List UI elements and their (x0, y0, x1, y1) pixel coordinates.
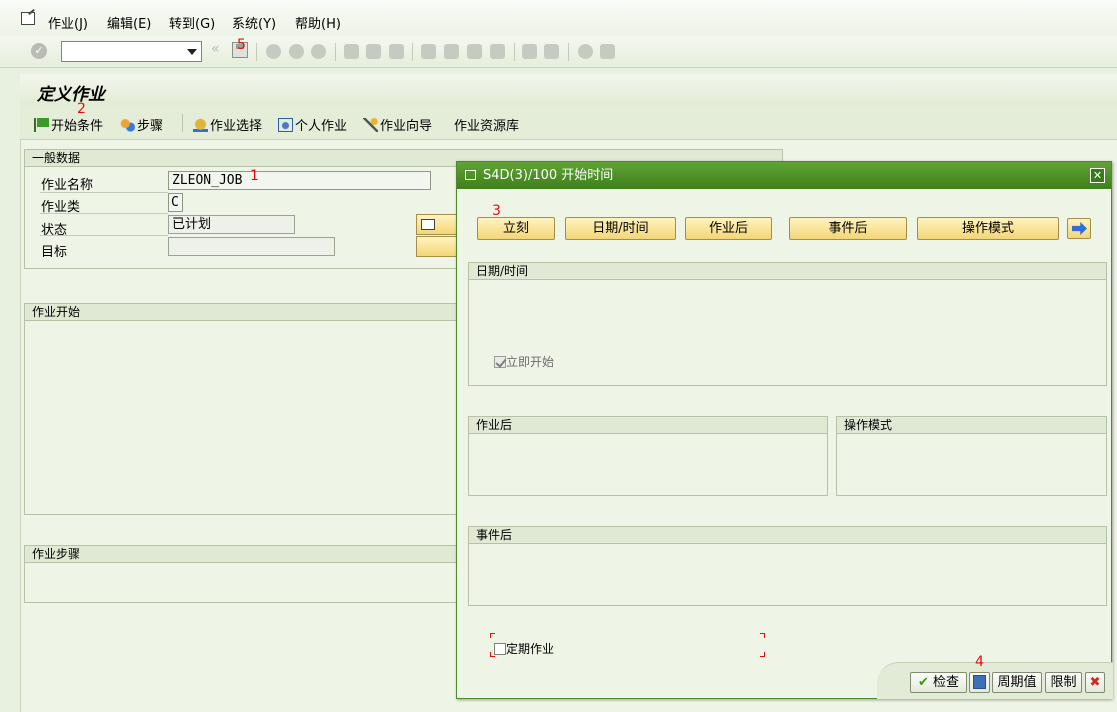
job-name-field[interactable]: ZLEON_JOB (168, 171, 431, 190)
shortcut-icon[interactable] (544, 44, 559, 59)
job-selection-icon (193, 118, 208, 132)
after-job-header: 作业后 (469, 417, 827, 434)
job-steps-header: 作业步骤 (25, 546, 463, 563)
after-event-header: 事件后 (469, 527, 1106, 544)
menu-system[interactable]: 系统(Y) (232, 13, 276, 32)
periodic-job-checkbox[interactable]: 定期作业 (494, 640, 554, 657)
save-button[interactable] (969, 672, 990, 693)
highlight-corner (760, 652, 765, 657)
spool-attributes-button[interactable] (416, 236, 460, 257)
after-job-button[interactable]: 作业后 (685, 217, 772, 240)
exit-icon[interactable] (289, 44, 304, 59)
cancel-button[interactable]: ✖ (1085, 672, 1105, 693)
menu-edit[interactable]: 编辑(E) (107, 13, 151, 32)
next-page-icon[interactable] (467, 44, 482, 59)
close-icon[interactable]: ✕ (1090, 168, 1105, 183)
operation-mode-group: 操作模式 (836, 416, 1107, 496)
immediate-start-checkbox: 立即开始 (494, 353, 554, 370)
job-steps-group: 作业步骤 (24, 545, 464, 603)
after-event-button[interactable]: 事件后 (789, 217, 907, 240)
checkbox-checked-icon (494, 356, 506, 368)
check-icon[interactable]: ✓ (31, 43, 47, 59)
highlight-corner (760, 633, 765, 638)
steps-button[interactable]: 步骤 (120, 115, 163, 134)
operation-mode-header: 操作模式 (837, 417, 1106, 434)
check-icon: ✔ (917, 675, 929, 690)
job-wizard-button[interactable]: 作业向导 (363, 115, 432, 134)
operation-mode-button[interactable]: 操作模式 (917, 217, 1059, 240)
chevron-down-icon[interactable] (187, 49, 197, 55)
menu-help[interactable]: 帮助(H) (295, 13, 341, 32)
find-icon[interactable] (366, 44, 381, 59)
envelope-icon (421, 219, 435, 230)
annotation-4: 4 (975, 654, 984, 670)
checkbox-unchecked-icon[interactable] (494, 643, 506, 655)
flag-icon (34, 118, 49, 132)
help-icon[interactable] (578, 44, 593, 59)
dialog-title-bar: S4D(3)/100 开始时间 ✕ (457, 162, 1111, 189)
own-jobs-icon (278, 118, 293, 132)
back-green-icon[interactable] (266, 44, 281, 59)
page-title: 定义作业 (37, 85, 105, 105)
arrow-right-icon (1072, 222, 1087, 235)
job-start-group: 作业开始 (24, 303, 464, 515)
last-page-icon[interactable] (490, 44, 505, 59)
restrictions-button[interactable]: 限制 (1045, 672, 1082, 693)
target-field[interactable] (168, 237, 335, 256)
menu-goto[interactable]: 转到(G) (169, 13, 215, 32)
prev-page-icon[interactable] (444, 44, 459, 59)
annotation-1: 1 (250, 168, 259, 184)
own-jobs-button[interactable]: 个人作业 (278, 115, 347, 134)
date-time-group: 日期/时间 立即开始 (468, 262, 1107, 386)
period-values-button[interactable]: 周期值 (992, 672, 1042, 693)
menu-bar: 作业(J) 编辑(E) 转到(G) 系统(Y) 帮助(H) (0, 0, 1117, 36)
immediate-button[interactable]: 立刻 (477, 217, 555, 240)
date-time-header: 日期/时间 (469, 263, 1106, 280)
cancel-icon[interactable] (311, 44, 326, 59)
command-field[interactable] (61, 41, 202, 62)
application-toolbar: 开始条件 步骤 作业选择 个人作业 作业向导 作业资源库 (20, 106, 1117, 140)
after-job-group: 作业后 (468, 416, 828, 496)
start-condition-button[interactable]: 开始条件 (34, 115, 103, 134)
find-next-icon[interactable] (389, 44, 404, 59)
after-event-group: 事件后 (468, 526, 1107, 606)
magic-wand-icon (363, 118, 378, 132)
print-icon[interactable] (344, 44, 359, 59)
standard-toolbar: ✓ « (0, 36, 1117, 68)
save-icon (973, 675, 986, 689)
start-time-dialog: S4D(3)/100 开始时间 ✕ 立刻 日期/时间 作业后 事件后 操作模式 … (456, 161, 1113, 699)
back-chevron-icon[interactable]: « (211, 41, 220, 57)
menu-edit-icon[interactable] (21, 12, 35, 25)
check-button[interactable]: ✔ 检查 (910, 672, 967, 693)
annotation-3: 3 (492, 203, 501, 219)
dialog-title: S4D(3)/100 开始时间 (483, 168, 614, 183)
steps-icon (120, 118, 135, 132)
annotation-5: 5 (237, 37, 246, 53)
spool-list-button[interactable] (416, 214, 460, 235)
annotation-2: 2 (77, 101, 86, 117)
more-options-button[interactable] (1067, 218, 1091, 239)
first-page-icon[interactable] (421, 44, 436, 59)
date-time-button[interactable]: 日期/时间 (565, 217, 676, 240)
dialog-window-icon (465, 170, 476, 180)
job-repository-button[interactable]: 作业资源库 (454, 115, 519, 134)
title-bar: 定义作业 (20, 74, 1117, 106)
menu-job[interactable]: 作业(J) (48, 13, 88, 32)
job-selection-button[interactable]: 作业选择 (193, 115, 262, 134)
cancel-x-icon: ✖ (1089, 675, 1101, 690)
highlight-corner (490, 633, 495, 638)
target-label: 目标 (41, 245, 68, 260)
job-start-header: 作业开始 (25, 304, 463, 321)
job-class-field[interactable]: C (168, 193, 183, 212)
customize-icon[interactable] (600, 44, 615, 59)
job-name-label: 作业名称 (41, 178, 94, 193)
new-session-icon[interactable] (522, 44, 537, 59)
status-field: 已计划 (168, 215, 295, 234)
